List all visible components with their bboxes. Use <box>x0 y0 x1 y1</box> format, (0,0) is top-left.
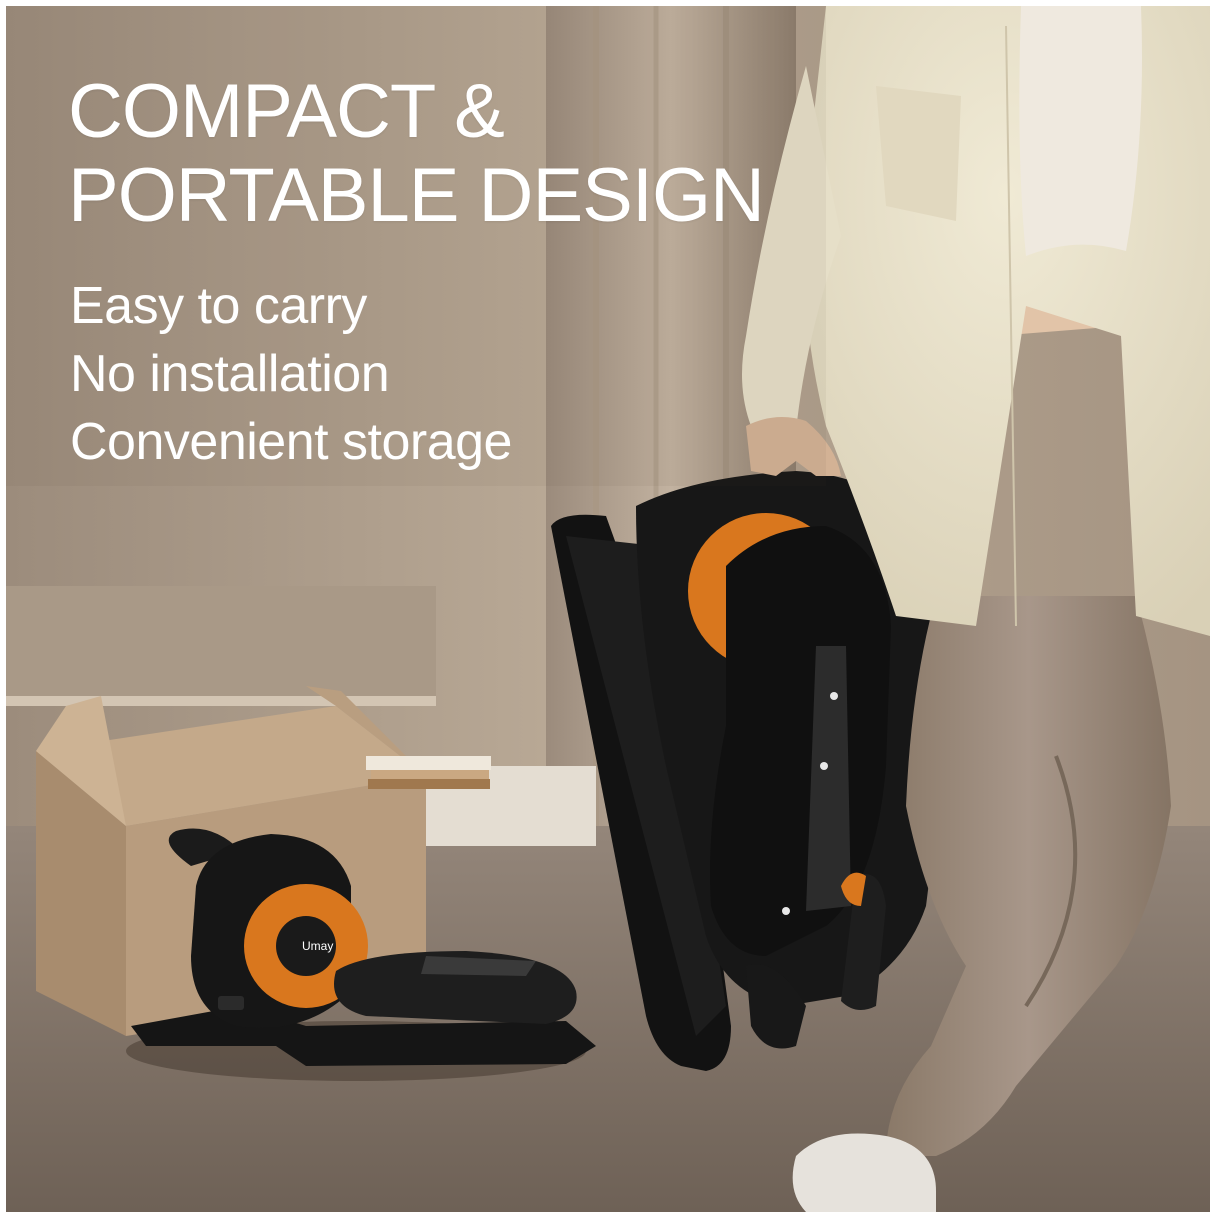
feature-list: Easy to carry No installation Convenient… <box>70 272 512 476</box>
product-photo: Umay COMPACT & PORTABLE DESIGN Easy to c… <box>6 6 1210 1212</box>
headline-line-1: COMPACT & <box>68 69 505 154</box>
cabinet <box>6 586 436 706</box>
brand-label: Umay <box>302 939 333 953</box>
feature-item: Convenient storage <box>70 413 512 471</box>
feature-item: Easy to carry <box>70 277 367 335</box>
feature-item: No installation <box>70 345 390 403</box>
books <box>366 756 491 789</box>
headline: COMPACT & PORTABLE DESIGN <box>68 69 765 238</box>
headline-line-2: PORTABLE DESIGN <box>68 153 765 238</box>
